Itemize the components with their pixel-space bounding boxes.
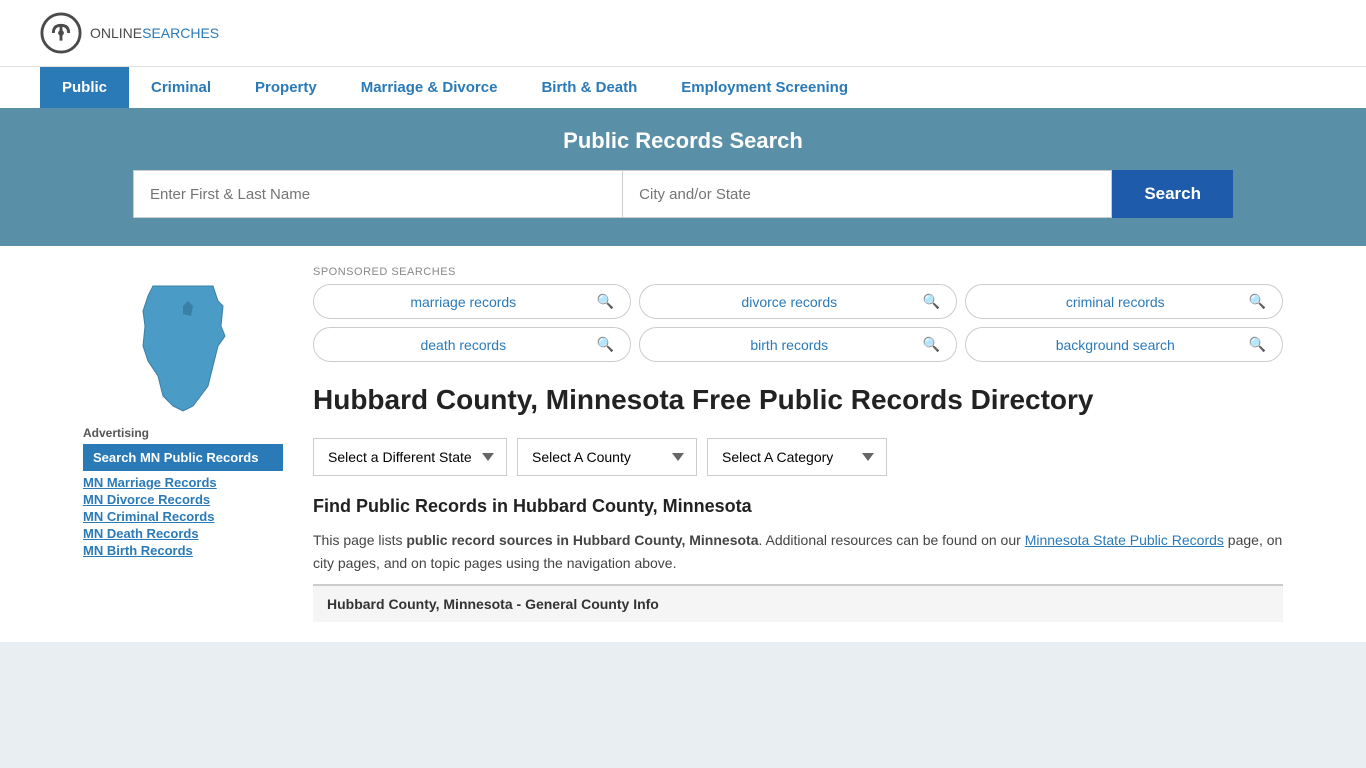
nav-item-employment[interactable]: Employment Screening bbox=[659, 67, 870, 108]
location-input[interactable] bbox=[622, 170, 1112, 218]
sponsored-item-death-text: death records bbox=[330, 337, 597, 353]
sponsored-item-marriage[interactable]: marriage records 🔍 bbox=[313, 284, 631, 319]
search-banner-title: Public Records Search bbox=[40, 128, 1326, 154]
header: ONLINESEARCHES bbox=[0, 0, 1366, 66]
sponsored-item-birth[interactable]: birth records 🔍 bbox=[639, 327, 957, 362]
sidebar-highlight[interactable]: Search MN Public Records bbox=[83, 444, 283, 471]
sponsored-item-criminal-text: criminal records bbox=[982, 294, 1249, 310]
search-icon-2: 🔍 bbox=[923, 293, 940, 310]
sponsored-item-criminal[interactable]: criminal records 🔍 bbox=[965, 284, 1283, 319]
search-button[interactable]: Search bbox=[1112, 170, 1233, 218]
content-area: SPONSORED SEARCHES marriage records 🔍 di… bbox=[303, 256, 1283, 632]
sidebar: Advertising Search MN Public Records MN … bbox=[83, 256, 283, 632]
main-content: Advertising Search MN Public Records MN … bbox=[63, 246, 1303, 642]
county-info-header: Hubbard County, Minnesota - General Coun… bbox=[313, 584, 1283, 622]
search-icon-6: 🔍 bbox=[1249, 336, 1266, 353]
sidebar-link-birth[interactable]: MN Birth Records bbox=[83, 543, 283, 558]
sponsored-grid: marriage records 🔍 divorce records 🔍 cri… bbox=[313, 284, 1283, 362]
county-dropdown[interactable]: Select A County bbox=[517, 438, 697, 476]
search-icon-3: 🔍 bbox=[1249, 293, 1266, 310]
find-text-before: This page lists bbox=[313, 532, 406, 548]
search-icon-5: 🔍 bbox=[923, 336, 940, 353]
advertising-label: Advertising bbox=[83, 426, 283, 440]
search-icon-1: 🔍 bbox=[597, 293, 614, 310]
sponsored-item-death[interactable]: death records 🔍 bbox=[313, 327, 631, 362]
sidebar-link-criminal[interactable]: MN Criminal Records bbox=[83, 509, 283, 524]
sponsored-item-background-text: background search bbox=[982, 337, 1249, 353]
logo-searches: SEARCHES bbox=[142, 25, 219, 41]
logo-icon bbox=[40, 12, 82, 54]
sidebar-link-death[interactable]: MN Death Records bbox=[83, 526, 283, 541]
category-dropdown[interactable]: Select A Category bbox=[707, 438, 887, 476]
find-text-link[interactable]: Minnesota State Public Records bbox=[1025, 532, 1224, 548]
mn-map bbox=[123, 276, 243, 416]
sponsored-label: SPONSORED SEARCHES bbox=[313, 266, 1283, 278]
find-text-after: . Additional resources can be found on o… bbox=[759, 532, 1025, 548]
nav-item-marriage-divorce[interactable]: Marriage & Divorce bbox=[339, 67, 520, 108]
sponsored-item-birth-text: birth records bbox=[656, 337, 923, 353]
sponsored-item-background[interactable]: background search 🔍 bbox=[965, 327, 1283, 362]
nav-item-public[interactable]: Public bbox=[40, 67, 129, 108]
sidebar-link-marriage[interactable]: MN Marriage Records bbox=[83, 475, 283, 490]
sponsored-item-divorce-text: divorce records bbox=[656, 294, 923, 310]
sponsored-item-marriage-text: marriage records bbox=[330, 294, 597, 310]
search-row: Search bbox=[133, 170, 1233, 218]
nav-item-criminal[interactable]: Criminal bbox=[129, 67, 233, 108]
find-text-bold: public record sources in Hubbard County,… bbox=[406, 532, 758, 548]
find-text: This page lists public record sources in… bbox=[313, 529, 1283, 574]
page-title: Hubbard County, Minnesota Free Public Re… bbox=[313, 382, 1283, 418]
sponsored-item-divorce[interactable]: divorce records 🔍 bbox=[639, 284, 957, 319]
search-banner: Public Records Search Search bbox=[0, 108, 1366, 246]
main-nav: Public Criminal Property Marriage & Divo… bbox=[0, 66, 1366, 108]
dropdowns-row: Select a Different State Select A County… bbox=[313, 438, 1283, 476]
logo-online: ONLINE bbox=[90, 25, 142, 41]
find-title: Find Public Records in Hubbard County, M… bbox=[313, 496, 1283, 517]
logo: ONLINESEARCHES bbox=[40, 12, 219, 54]
sidebar-link-divorce[interactable]: MN Divorce Records bbox=[83, 492, 283, 507]
name-input[interactable] bbox=[133, 170, 622, 218]
nav-item-property[interactable]: Property bbox=[233, 67, 339, 108]
logo-text: ONLINESEARCHES bbox=[90, 25, 219, 41]
nav-item-birth-death[interactable]: Birth & Death bbox=[519, 67, 659, 108]
search-icon-4: 🔍 bbox=[597, 336, 614, 353]
state-dropdown[interactable]: Select a Different State bbox=[313, 438, 507, 476]
